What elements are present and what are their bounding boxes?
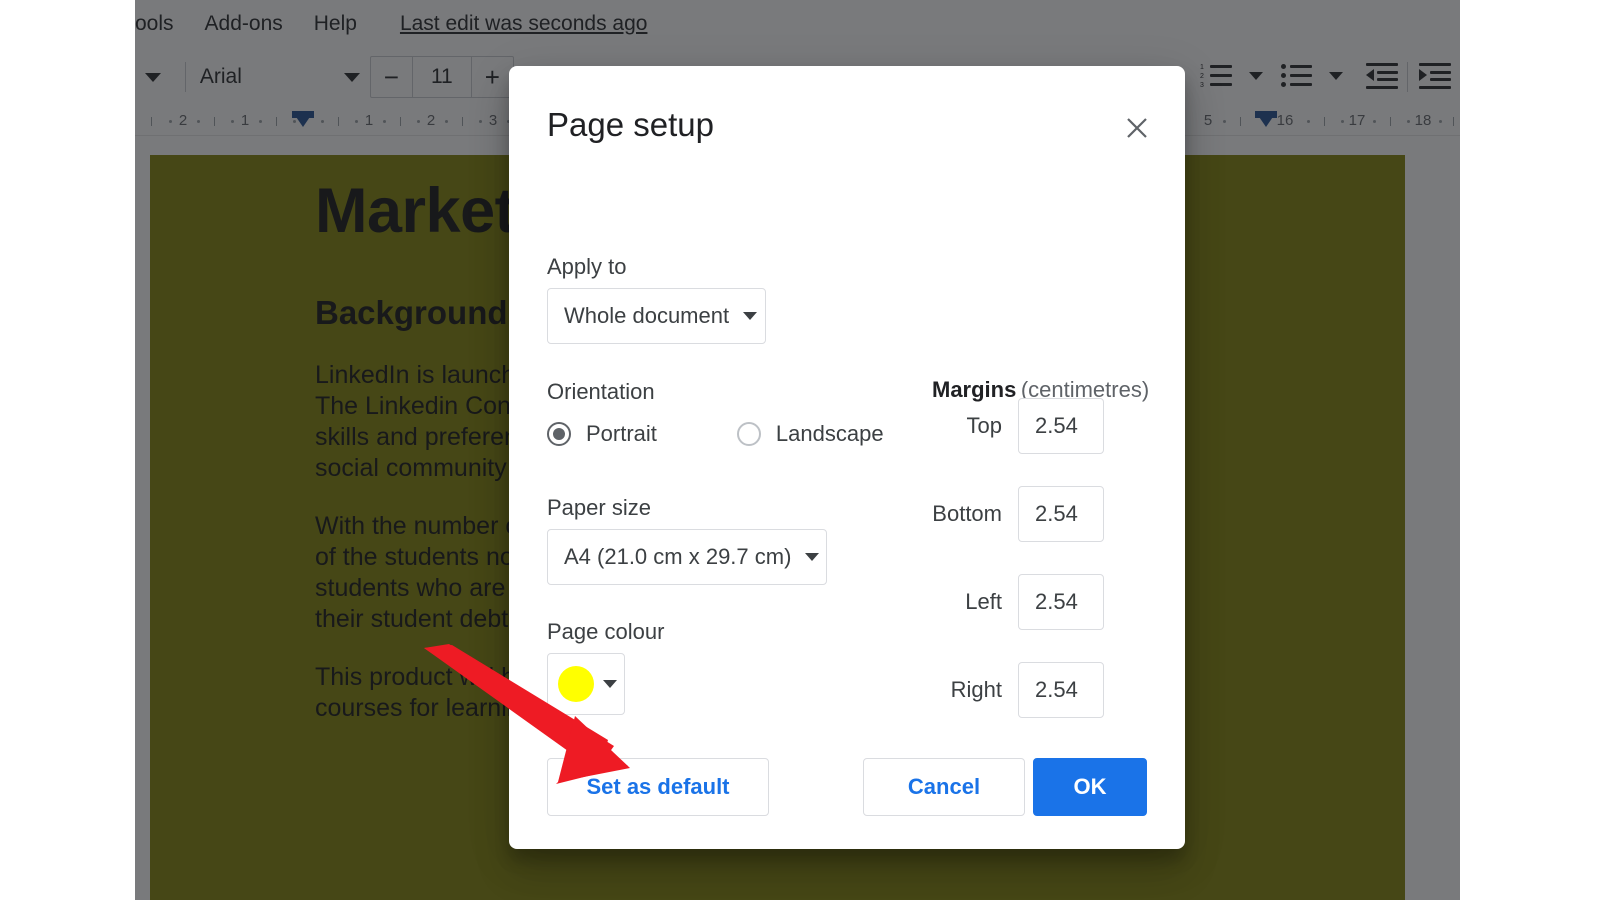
radio-unselected-icon[interactable] — [736, 422, 761, 446]
cancel-button[interactable]: Cancel — [863, 758, 1025, 816]
margin-left-label: Left — [965, 589, 1002, 614]
chevron-down-icon — [743, 312, 758, 320]
radio-selected-icon[interactable] — [547, 422, 571, 446]
close-icon[interactable] — [1119, 110, 1155, 146]
margin-left-input[interactable]: 2.54 — [1018, 574, 1104, 630]
margin-right-label: Right — [950, 677, 1002, 702]
page-setup-dialog: Page setup Apply to Whole document Orien… — [509, 66, 1185, 849]
margin-top-label: Top — [966, 413, 1002, 438]
orientation-label: Orientation — [547, 379, 655, 404]
orientation-option-portrait[interactable]: Portrait — [547, 421, 657, 447]
apply-to-label: Apply to — [547, 254, 627, 279]
chevron-down-icon — [805, 553, 820, 561]
paper-size-dropdown[interactable]: A4 (21.0 cm x 29.7 cm) — [547, 529, 827, 585]
apply-to-value: Whole document — [564, 303, 730, 328]
set-as-default-button[interactable]: Set as default — [547, 758, 769, 816]
screenshot-root: ools Add-ons Help Last edit was seconds … — [0, 0, 1600, 900]
orientation-radio-group: Portrait Landscape — [547, 421, 884, 447]
margin-right-input[interactable]: 2.54 — [1018, 662, 1104, 718]
margin-row-bottom: Bottom 2.54 — [900, 486, 1104, 542]
margin-top-input[interactable]: 2.54 — [1018, 398, 1104, 454]
paper-size-value: A4 (21.0 cm x 29.7 cm) — [564, 544, 792, 569]
margin-row-top: Top 2.54 — [900, 398, 1104, 454]
ok-button[interactable]: OK — [1033, 758, 1147, 816]
page-colour-picker[interactable] — [547, 653, 625, 715]
paper-size-label: Paper size — [547, 495, 651, 520]
chevron-down-icon — [603, 680, 617, 688]
orientation-landscape-label: Landscape — [775, 421, 884, 446]
orientation-option-landscape[interactable]: Landscape — [736, 421, 884, 447]
margin-row-left: Left 2.54 — [900, 574, 1104, 630]
page-colour-label: Page colour — [547, 619, 665, 644]
apply-to-dropdown[interactable]: Whole document — [547, 288, 766, 344]
margin-bottom-input[interactable]: 2.54 — [1018, 486, 1104, 542]
dialog-title: Page setup — [547, 106, 714, 143]
margin-bottom-label: Bottom — [932, 501, 1002, 526]
margin-row-right: Right 2.54 — [900, 662, 1104, 718]
colour-swatch — [558, 666, 594, 702]
orientation-portrait-label: Portrait — [586, 421, 657, 446]
